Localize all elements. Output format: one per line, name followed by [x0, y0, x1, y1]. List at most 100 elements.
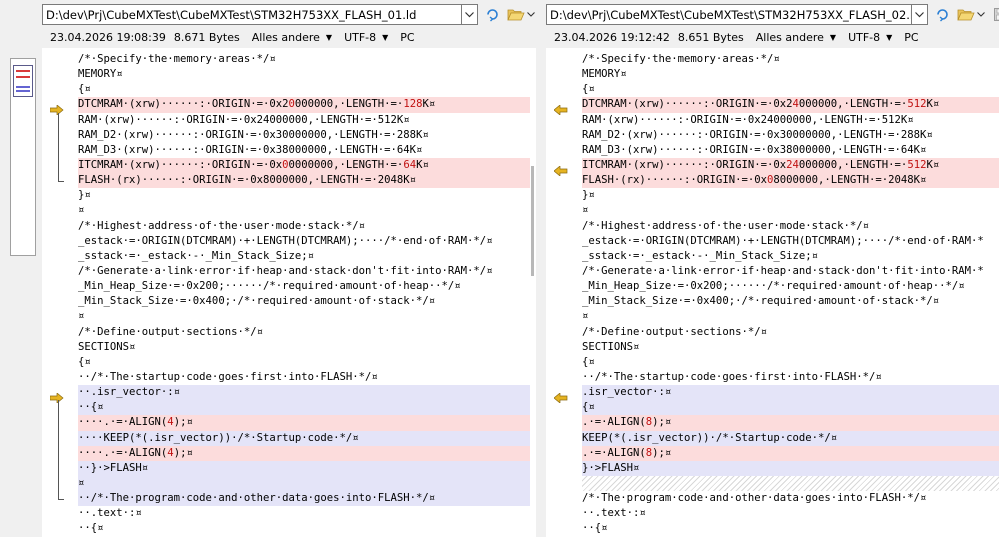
- code-line[interactable]: RAM·(xrw)······:·ORIGIN·=·0x24000000,·LE…: [78, 113, 536, 128]
- code-text: K¤: [926, 158, 940, 171]
- left-code-area[interactable]: /*·Specify·the·memory·areas·*/¤ MEMORY¤ {¤…: [78, 52, 536, 537]
- code-line[interactable]: ¤: [582, 203, 999, 218]
- left-path-input[interactable]: D:\dev\Prj\CubeMXTest\CubeMXTest\STM32H7…: [42, 4, 462, 25]
- code-line[interactable]: _Min_Heap_Size·=·0x200;······/*·required…: [582, 279, 999, 294]
- code-line[interactable]: SECTIONS¤: [78, 340, 536, 355]
- code-line[interactable]: FLASH·(rx)······:·ORIGIN·=·0x8000000,·LE…: [78, 173, 536, 189]
- code-line[interactable]: ··/*·The·startup·code·goes·first·into·FL…: [78, 370, 536, 385]
- code-line[interactable]: ¤: [78, 203, 536, 218]
- code-line[interactable]: DTCMRAM·(xrw)······:·ORIGIN·=·0x24000000…: [582, 97, 999, 113]
- code-line[interactable]: ····.·=·ALIGN(4);¤: [78, 445, 536, 461]
- code-line[interactable]: {¤: [582, 82, 999, 97]
- code-line[interactable]: ITCMRAM·(xrw)······:·ORIGIN·=·0x00000000…: [78, 157, 536, 174]
- code-line[interactable]: ····.·=·ALIGN(4);¤: [78, 415, 536, 431]
- left-encoding-dropdown[interactable]: UTF-8 ▼: [344, 31, 388, 44]
- code-line[interactable]: /*·Specify·the·memory·areas·*/¤: [78, 52, 536, 67]
- code-line[interactable]: RAM·(xrw)······:·ORIGIN·=·0x24000000,·LE…: [582, 113, 999, 128]
- chevron-down-icon[interactable]: [462, 4, 478, 25]
- left-file-info: 23.04.2026 19:08:39 8.671 Bytes Alles an…: [42, 28, 415, 46]
- code-line[interactable]: RAM_D3·(xrw)······:·ORIGIN·=·0x38000000,…: [78, 143, 536, 158]
- code-line[interactable]: _Min_Heap_Size·=·0x200;······/*·required…: [78, 279, 536, 294]
- diff-arrow-icon[interactable]: [49, 100, 64, 116]
- code-text: ····.·=·ALIGN(: [78, 416, 168, 429]
- refresh-icon[interactable]: [482, 4, 502, 25]
- code-line[interactable]: _estack·=·ORIGIN(DTCMRAM)·+·LENGTH(DTCMR…: [582, 234, 999, 249]
- code-line[interactable]: /*·Define·output·sections·*/¤: [582, 325, 999, 340]
- code-line[interactable]: ··{¤: [582, 521, 999, 536]
- code-line[interactable]: ··{¤: [78, 521, 536, 536]
- diff-arrow-icon[interactable]: [553, 161, 568, 177]
- right-filter-dropdown[interactable]: Alles andere ▼: [756, 31, 836, 44]
- code-line[interactable]: _sstack·=·_estack·-·_Min_Stack_Size;¤: [78, 249, 536, 264]
- code-line[interactable]: ¤: [78, 309, 536, 324]
- diff-location-map[interactable]: [10, 58, 36, 256]
- code-line[interactable]: ITCMRAM·(xrw)······:·ORIGIN·=·0x24000000…: [582, 157, 999, 174]
- code-line[interactable]: SECTIONS¤: [582, 340, 999, 355]
- right-line-ending-dropdown[interactable]: PC: [904, 31, 918, 44]
- code-line[interactable]: DTCMRAM·(xrw)······:·ORIGIN·=·0x20000000…: [78, 97, 536, 113]
- code-text: ITCMRAM·(xrw)······:·ORIGIN·=·0x: [582, 158, 787, 171]
- code-line[interactable]: ··/*·The·program·code·and·other·data·goe…: [78, 491, 536, 507]
- code-line[interactable]: /*·The·program·code·and·other·data·goes·…: [582, 491, 999, 506]
- left-scroll-thumb[interactable]: [531, 166, 534, 276]
- code-line[interactable]: _estack·=·ORIGIN(DTCMRAM)·+·LENGTH(DTCMR…: [78, 234, 536, 249]
- refresh-icon[interactable]: [932, 4, 952, 25]
- code-line[interactable]: .·=·ALIGN(8);¤: [582, 415, 999, 431]
- code-line[interactable]: ··.text·:¤: [78, 506, 536, 521]
- folder-open-icon[interactable]: [506, 4, 526, 25]
- left-line-ending-dropdown[interactable]: PC: [400, 31, 414, 44]
- code-line[interactable]: .isr_vector·:¤: [582, 385, 999, 401]
- code-line[interactable]: }¤: [582, 188, 999, 203]
- code-line[interactable]: ¤: [582, 309, 999, 324]
- code-line[interactable]: RAM_D2·(xrw)······:·ORIGIN·=·0x30000000,…: [582, 128, 999, 143]
- right-path-input[interactable]: D:\dev\Prj\CubeMXTest\CubeMXTest\STM32H7…: [546, 4, 912, 25]
- code-line[interactable]: }¤: [78, 188, 536, 203]
- right-code-area[interactable]: /*·Specify·the·memory·areas·*/¤ MEMORY¤ {¤…: [582, 52, 999, 537]
- code-line[interactable]: {¤: [78, 355, 536, 370]
- diff-arrow-icon[interactable]: [553, 388, 568, 404]
- code-line[interactable]: /*·Specify·the·memory·areas·*/¤: [582, 52, 999, 67]
- code-line[interactable]: }·>FLASH¤: [582, 460, 999, 476]
- code-line[interactable]: ··}·>FLASH¤: [78, 460, 536, 476]
- chevron-down-icon[interactable]: [976, 4, 986, 25]
- chevron-down-icon[interactable]: [912, 4, 928, 25]
- code-line[interactable]: MEMORY¤: [78, 67, 536, 82]
- code-line[interactable]: RAM_D2·(xrw)······:·ORIGIN·=·0x30000000,…: [78, 128, 536, 143]
- code-line[interactable]: ····KEEP(*(.isr_vector))·/*·Startup·code…: [78, 430, 536, 446]
- code-line[interactable]: FLASH·(rx)······:·ORIGIN·=·0x08000000,·L…: [582, 173, 999, 189]
- code-line[interactable]: ··{¤: [78, 400, 536, 416]
- code-line[interactable]: {¤: [78, 82, 536, 97]
- code-line[interactable]: [582, 475, 999, 492]
- code-line[interactable]: _Min_Stack_Size·=·0x400;·/*·required·amo…: [78, 294, 536, 309]
- code-line[interactable]: /*·Generate·a·link·error·if·heap·and·sta…: [582, 264, 999, 279]
- code-line[interactable]: {¤: [582, 355, 999, 370]
- code-line[interactable]: /*·Highest·address·of·the·user·mode·stac…: [582, 219, 999, 234]
- code-text: KEEP(*(.isr_vector))·/*·Startup·code·*/¤: [582, 431, 838, 444]
- pane-splitter[interactable]: [536, 0, 546, 537]
- right-editor[interactable]: /*·Specify·the·memory·areas·*/¤ MEMORY¤ {¤…: [546, 48, 999, 537]
- code-line[interactable]: .·=·ALIGN(8);¤: [582, 445, 999, 461]
- right-encoding-dropdown[interactable]: UTF-8 ▼: [848, 31, 892, 44]
- left-editor[interactable]: /*·Specify·the·memory·areas·*/¤ MEMORY¤ {¤…: [42, 48, 536, 537]
- code-line[interactable]: {¤: [582, 400, 999, 416]
- location-viewport[interactable]: [13, 65, 33, 97]
- save-icon[interactable]: [990, 4, 999, 25]
- code-line[interactable]: KEEP(*(.isr_vector))·/*·Startup·code·*/¤: [582, 430, 999, 446]
- code-line[interactable]: /*·Highest·address·of·the·user·mode·stac…: [78, 219, 536, 234]
- diff-arrow-icon[interactable]: [553, 100, 568, 116]
- code-line[interactable]: ··/*·The·startup·code·goes·first·into·FL…: [582, 370, 999, 385]
- code-line[interactable]: /*·Define·output·sections·*/¤: [78, 325, 536, 340]
- code-line[interactable]: _Min_Stack_Size·=·0x400;·/*·required·amo…: [582, 294, 999, 309]
- code-line[interactable]: _sstack·=·_estack·-·_Min_Stack_Size;¤: [582, 249, 999, 264]
- code-line[interactable]: MEMORY¤: [582, 67, 999, 82]
- code-line[interactable]: ¤: [78, 475, 536, 492]
- code-line[interactable]: RAM_D3·(xrw)······:·ORIGIN·=·0x38000000,…: [582, 143, 999, 158]
- folder-open-icon[interactable]: [956, 4, 976, 25]
- code-text: FLASH·(rx)······:·ORIGIN·=·0x8000000,·LE…: [78, 174, 417, 187]
- left-filter-dropdown[interactable]: Alles andere ▼: [252, 31, 332, 44]
- code-line[interactable]: ··.isr_vector·:¤: [78, 385, 536, 401]
- diff-arrow-icon[interactable]: [49, 388, 64, 404]
- chevron-down-icon[interactable]: [526, 4, 536, 25]
- code-line[interactable]: ··.text·:¤: [582, 506, 999, 521]
- code-line[interactable]: /*·Generate·a·link·error·if·heap·and·sta…: [78, 264, 536, 279]
